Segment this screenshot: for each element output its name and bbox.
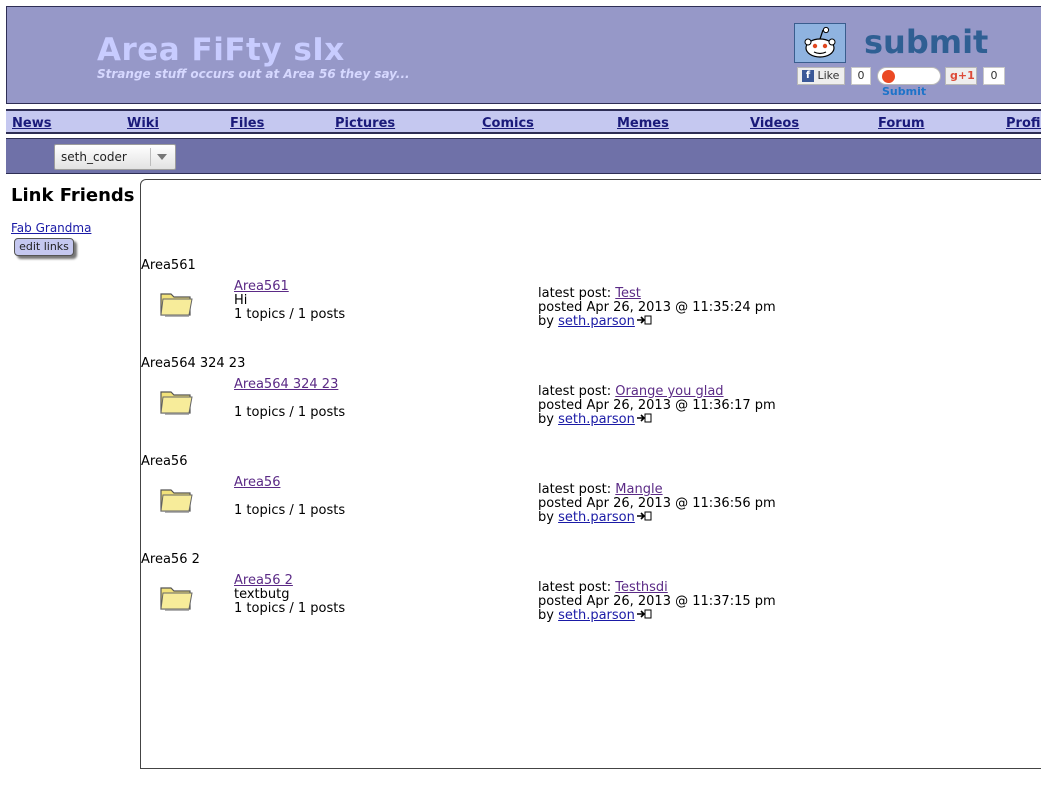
nav-item-comics[interactable]: Comics xyxy=(482,116,534,131)
google-plusone-label: +1 xyxy=(957,69,975,82)
posted-date: posted Apr 26, 2013 @ 11:36:17 pm xyxy=(538,398,776,413)
facebook-icon: f xyxy=(802,70,814,82)
posted-date: posted Apr 26, 2013 @ 11:35:24 pm xyxy=(538,300,776,315)
google-plus-icon: g xyxy=(950,69,958,82)
stumbleupon-icon xyxy=(882,69,895,83)
reddit-alien-icon[interactable] xyxy=(794,23,846,63)
goto-post-icon[interactable] xyxy=(636,608,652,623)
facebook-like-button[interactable]: f Like xyxy=(797,67,845,85)
latest-post-link[interactable]: Test xyxy=(615,286,641,301)
goto-post-icon[interactable] xyxy=(636,412,652,427)
forum-panel xyxy=(140,179,1041,769)
nav-item-profile[interactable]: Profil xyxy=(1006,116,1041,131)
forum-group-title: Area561 xyxy=(141,258,196,273)
stumbleupon-submit-button[interactable]: Submit xyxy=(877,67,941,98)
facebook-like-label: Like xyxy=(817,69,840,82)
latest-post-link[interactable]: Orange you glad xyxy=(615,384,723,399)
folder-icon xyxy=(160,489,193,513)
author-link[interactable]: seth.parson xyxy=(558,608,635,623)
by-label: by xyxy=(538,314,554,329)
nav-item-memes[interactable]: Memes xyxy=(617,116,669,131)
latest-post-line: latest post: Testhsdi xyxy=(538,580,668,595)
nav-item-files[interactable]: Files xyxy=(230,116,264,131)
selected-user: seth_coder xyxy=(61,150,127,164)
forum-description: textbutg xyxy=(234,587,290,602)
facebook-like-count: 0 xyxy=(851,67,871,85)
author-line: by seth.parson xyxy=(538,314,652,329)
reddit-submit-link[interactable]: submit xyxy=(864,23,988,61)
nav-item-news[interactable]: News xyxy=(12,116,51,131)
goto-post-icon[interactable] xyxy=(636,314,652,329)
latest-post-line: latest post: Test xyxy=(538,286,641,301)
nav-item-forum[interactable]: Forum xyxy=(878,116,925,131)
forum-link[interactable]: Area561 xyxy=(234,279,289,294)
chevron-down-icon xyxy=(157,154,167,160)
folder-icon xyxy=(160,391,193,415)
user-select-dropdown[interactable]: seth_coder xyxy=(54,144,176,170)
edit-links-button[interactable]: edit links xyxy=(14,238,74,256)
site-subtitle: Strange stuff occurs out at Area 56 they… xyxy=(97,67,410,81)
forum-link[interactable]: Area56 xyxy=(234,475,280,490)
stumbleupon-submit-label: Submit xyxy=(882,85,927,98)
latest-post-link[interactable]: Testhsdi xyxy=(615,580,667,595)
latest-post-line: latest post: Mangle xyxy=(538,482,663,497)
nav-item-videos[interactable]: Videos xyxy=(750,116,799,131)
latest-post-label: latest post: xyxy=(538,384,612,399)
forum-group-title: Area564 324 23 xyxy=(141,356,246,371)
site-title: Area FiFty sIx xyxy=(97,32,345,68)
author-line: by seth.parson xyxy=(538,412,652,427)
main-nav: News Wiki Files Pictures Comics Memes Vi… xyxy=(6,109,1041,134)
latest-post-label: latest post: xyxy=(538,286,612,301)
folder-icon xyxy=(160,293,193,317)
author-link[interactable]: seth.parson xyxy=(558,510,635,525)
forum-link[interactable]: Area564 324 23 xyxy=(234,377,338,392)
forum-description: Hi xyxy=(234,293,248,308)
author-link[interactable]: seth.parson xyxy=(558,412,635,427)
latest-post-line: latest post: Orange you glad xyxy=(538,384,724,399)
author-link[interactable]: seth.parson xyxy=(558,314,635,329)
forum-stats: 1 topics / 1 posts xyxy=(234,601,346,616)
author-line: by seth.parson xyxy=(538,510,652,525)
google-plusone-button[interactable]: g+1 xyxy=(945,67,977,85)
forum-stats: 1 topics / 1 posts xyxy=(234,405,346,420)
author-line: by seth.parson xyxy=(538,608,652,623)
site-header: Area FiFty sIx Strange stuff occurs out … xyxy=(6,6,1041,104)
latest-post-label: latest post: xyxy=(538,482,612,497)
latest-post-label: latest post: xyxy=(538,580,612,595)
link-friend-fab-grandma[interactable]: Fab Grandma xyxy=(11,221,91,235)
dropdown-divider xyxy=(150,148,151,166)
folder-icon xyxy=(160,587,193,611)
posted-date: posted Apr 26, 2013 @ 11:37:15 pm xyxy=(538,594,776,609)
forum-link[interactable]: Area56 2 xyxy=(234,573,293,588)
by-label: by xyxy=(538,412,554,427)
posted-date: posted Apr 26, 2013 @ 11:36:56 pm xyxy=(538,496,776,511)
forum-stats: 1 topics / 1 posts xyxy=(234,503,346,518)
sidebar-title: Link Friends xyxy=(11,185,135,206)
nav-item-wiki[interactable]: Wiki xyxy=(127,116,159,131)
forum-stats: 1 topics / 1 posts xyxy=(234,307,346,322)
by-label: by xyxy=(538,608,554,623)
forum-group-title: Area56 xyxy=(141,454,188,469)
forum-group-title: Area56 2 xyxy=(141,552,200,567)
nav-item-pictures[interactable]: Pictures xyxy=(335,116,395,131)
goto-post-icon[interactable] xyxy=(636,510,652,525)
user-bar: seth_coder xyxy=(6,138,1041,174)
latest-post-link[interactable]: Mangle xyxy=(615,482,662,497)
by-label: by xyxy=(538,510,554,525)
google-plusone-count: 0 xyxy=(983,67,1005,85)
